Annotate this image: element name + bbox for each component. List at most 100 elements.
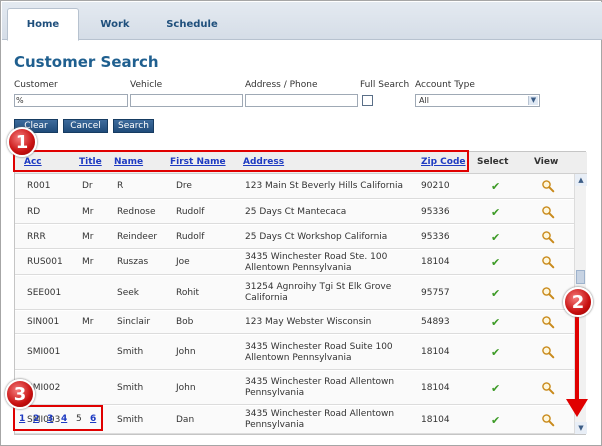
cell-acc: SMI001 <box>27 347 61 357</box>
cell-zip-code: 95336 <box>421 207 450 217</box>
check-icon[interactable]: ✔ <box>491 180 500 193</box>
full-search-label: Full Search <box>360 80 410 90</box>
cell-name: Reindeer <box>117 232 158 242</box>
cell-zip-code: 18104 <box>421 257 450 267</box>
cell-address-line1: 3435 Winchester Road Allentown <box>245 377 395 387</box>
cell-name: Smith <box>117 415 144 425</box>
scroll-arrow-line <box>575 315 579 403</box>
callout-marker-2: 2 <box>563 287 593 317</box>
magnifier-icon[interactable] <box>541 179 555 193</box>
cell-address-line1: 31254 Agnroihy Tgi St Elk Grove <box>245 282 392 292</box>
cell-name: Seek <box>117 288 139 298</box>
scrollbar-thumb[interactable] <box>576 270 585 284</box>
tab-home[interactable]: Home <box>7 8 79 41</box>
cell-first-name: Rohit <box>176 288 200 298</box>
page-title: Customer Search <box>14 53 159 71</box>
cell-zip-code: 18104 <box>421 347 450 357</box>
check-icon[interactable]: ✔ <box>491 287 500 300</box>
cell-name: Sinclair <box>117 317 151 327</box>
table-row[interactable]: RD Mr Rednose Rudolf 25 Days Ct Mantecaca 953… <box>15 200 574 224</box>
check-icon[interactable]: ✔ <box>491 231 500 244</box>
account-type-label: Account Type <box>415 80 475 90</box>
cell-zip-code: 18104 <box>421 383 450 393</box>
cell-address-line1: 25 Days Ct Mantecaca <box>245 207 347 217</box>
magnifier-icon[interactable] <box>541 381 555 395</box>
cell-address-line1: 3435 Winchester Road Ste. 100 <box>245 252 388 262</box>
cell-acc: SEE001 <box>27 288 62 298</box>
cell-first-name: Rudolf <box>176 232 205 242</box>
cell-first-name: Rudolf <box>176 207 205 217</box>
check-icon[interactable]: ✔ <box>491 414 500 427</box>
cell-address-line1: 3435 Winchester Road Suite 100 <box>245 342 393 352</box>
cell-title: Mr <box>82 207 94 217</box>
cell-address-line2: Allentown Pennsylvania <box>245 353 352 363</box>
cell-name: Smith <box>117 347 144 357</box>
chevron-down-icon: ▼ <box>528 96 538 105</box>
chevron-down-icon[interactable]: ▼ <box>575 422 587 434</box>
cancel-button[interactable]: Cancel <box>63 119 108 133</box>
full-search-checkbox[interactable] <box>362 95 373 106</box>
results-grid: Acc Title Name First Name Address Zip Co… <box>14 151 587 435</box>
address-phone-input[interactable] <box>245 94 358 107</box>
column-header-select: Select <box>477 157 509 167</box>
cell-address-line2: Allentown Pennsylvania <box>245 263 352 273</box>
table-row[interactable]: R001 Dr R Dre 123 Main St Beverly Hills Cali… <box>15 174 574 199</box>
check-icon[interactable]: ✔ <box>491 382 500 395</box>
magnifier-icon[interactable] <box>541 230 555 244</box>
cell-name: Ruszas <box>117 257 149 267</box>
cell-acc: RRR <box>27 232 46 242</box>
cell-zip-code: 18104 <box>421 415 450 425</box>
chevron-up-icon[interactable]: ▲ <box>575 174 587 186</box>
cell-title: Dr <box>82 181 93 191</box>
table-row[interactable]: SEE001 Seek Rohit 31254 Agnroihy Tgi St Elk… <box>15 276 574 310</box>
table-row[interactable]: SIN001 Mr Sinclair Bob 123 May Webster Wisco… <box>15 311 574 334</box>
search-button[interactable]: Search <box>113 119 154 133</box>
magnifier-icon[interactable] <box>541 255 555 269</box>
cell-name: Smith <box>117 383 144 393</box>
cell-zip-code: 90210 <box>421 181 450 191</box>
cell-first-name: Joe <box>176 257 190 267</box>
check-icon[interactable]: ✔ <box>491 346 500 359</box>
cell-address-line1: 25 Days Ct Workshop California <box>245 232 388 242</box>
magnifier-icon[interactable] <box>541 345 555 359</box>
check-icon[interactable]: ✔ <box>491 256 500 269</box>
customer-label: Customer <box>14 80 58 90</box>
account-type-select[interactable]: All ▼ <box>415 94 540 107</box>
header-highlight-box <box>13 150 469 172</box>
cell-title: Mr <box>82 317 94 327</box>
cell-address-line2: California <box>245 293 288 303</box>
cell-acc: SIN001 <box>27 317 60 327</box>
vehicle-label: Vehicle <box>130 80 163 90</box>
check-icon[interactable]: ✔ <box>491 316 500 329</box>
magnifier-icon[interactable] <box>541 286 555 300</box>
callout-marker-3: 3 <box>5 379 35 409</box>
magnifier-icon[interactable] <box>541 413 555 427</box>
cell-address-line2: Pennsylvania <box>245 388 305 398</box>
magnifier-icon[interactable] <box>541 205 555 219</box>
scroll-arrow-head <box>566 399 588 417</box>
cell-zip-code: 95336 <box>421 232 450 242</box>
magnifier-icon[interactable] <box>541 315 555 329</box>
table-row[interactable]: RRR Mr Reindeer Rudolf 25 Days Ct Workshop C… <box>15 225 574 249</box>
cell-address-line1: 3435 Winchester Road Allentown <box>245 409 395 419</box>
cell-title: Mr <box>82 257 94 267</box>
tab-work[interactable]: Work <box>84 8 146 40</box>
tab-bar: Home Work Schedule <box>2 2 602 41</box>
column-header-view: View <box>534 157 559 167</box>
account-type-value: All <box>419 96 429 105</box>
customer-input[interactable]: % <box>14 94 128 107</box>
vehicle-input[interactable] <box>130 94 243 107</box>
cell-name: Rednose <box>117 207 156 217</box>
check-icon[interactable]: ✔ <box>491 206 500 219</box>
app-window: Home Work Schedule Customer Search Custo… <box>0 0 602 446</box>
table-row[interactable]: RUS001 Mr Ruszas Joe 3435 Winchester Road St… <box>15 250 574 275</box>
cell-address-line1: 123 May Webster Wisconsin <box>245 317 372 327</box>
cell-acc: RD <box>27 207 41 217</box>
address-phone-label: Address / Phone <box>245 80 318 90</box>
table-row[interactable]: SMI002 Smith John 3435 Winchester Road Alle… <box>15 371 574 405</box>
cell-address-line2: Pennsylvania <box>245 420 305 430</box>
table-row[interactable]: SMI001 Smith John 3435 Winchester Road Suit… <box>15 335 574 370</box>
cell-acc: R001 <box>27 181 51 191</box>
cell-first-name: Dan <box>176 415 195 425</box>
tab-schedule[interactable]: Schedule <box>154 8 230 40</box>
